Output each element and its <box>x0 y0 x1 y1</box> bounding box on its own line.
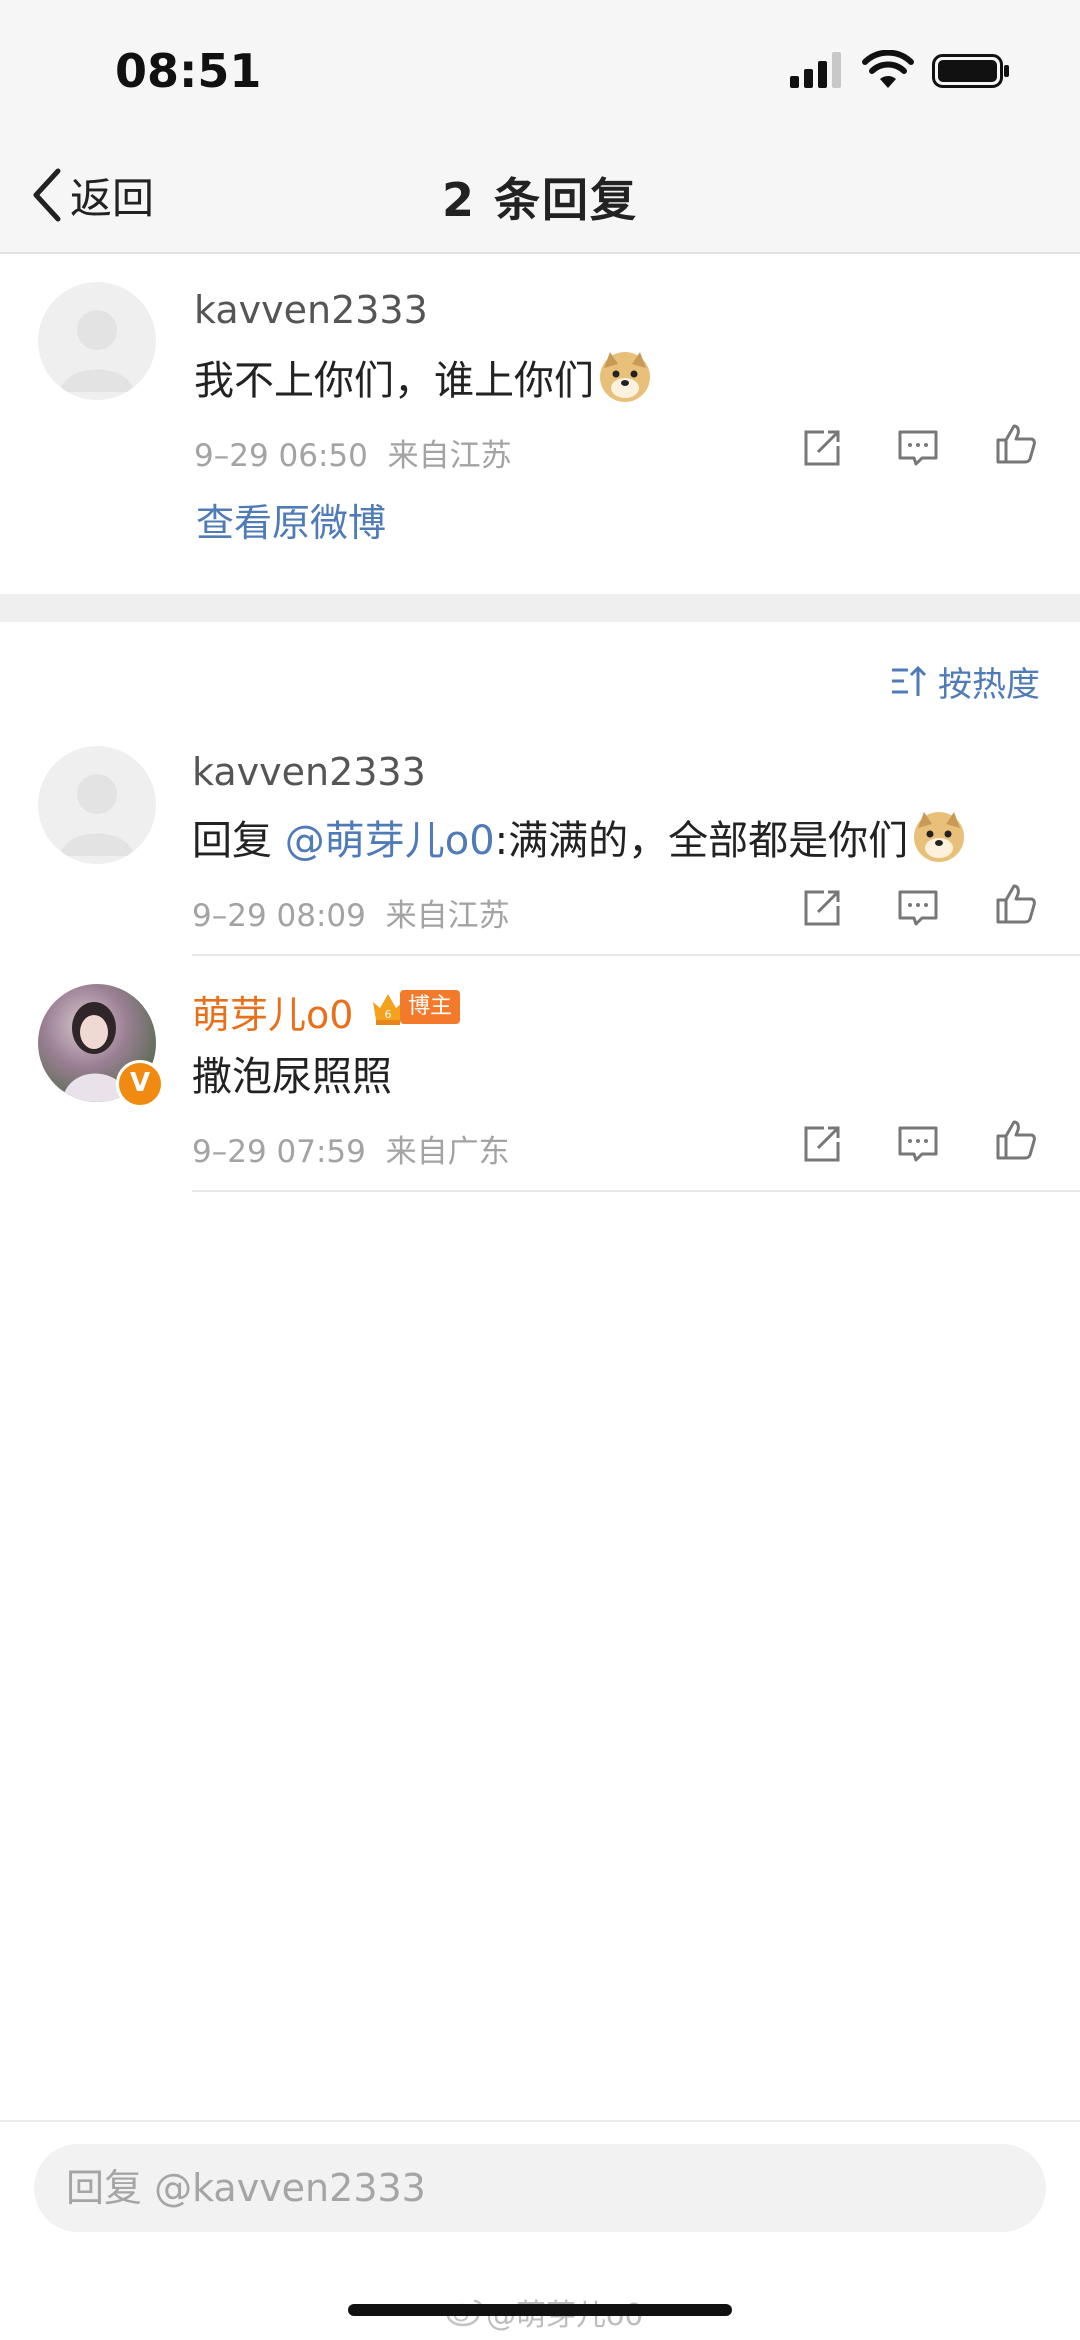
repost-icon[interactable] <box>800 426 844 470</box>
avatar[interactable] <box>38 282 156 400</box>
page-title: 2 条回复 <box>441 173 639 227</box>
comment-icon[interactable] <box>896 1122 940 1166</box>
home-indicator[interactable] <box>348 2304 732 2316</box>
signal-icon <box>790 52 841 88</box>
post-meta: 9–29 06:50 来自江苏 <box>194 430 512 475</box>
verified-badge: V <box>116 1060 164 1108</box>
blogger-badge: 6 博主 <box>370 988 461 1026</box>
reply-content: 撒泡尿照照 <box>192 1054 392 1100</box>
reply-meta: 9–29 07:59 来自广东 <box>192 1126 510 1171</box>
mention-link[interactable]: @萌芽儿o0 <box>285 818 495 864</box>
status-time: 08:51 <box>115 44 262 98</box>
sort-button[interactable]: 按热度 <box>890 656 1040 706</box>
row-divider <box>192 954 1080 956</box>
nav-bar: 返回 2 条回复 <box>0 140 1080 254</box>
like-icon[interactable] <box>994 422 1038 466</box>
reply-timestamp: 9–29 08:09 <box>192 898 366 934</box>
repost-icon[interactable] <box>800 1122 844 1166</box>
post-content: 我不上你们，谁上你们 <box>194 348 652 406</box>
sort-label: 按热度 <box>938 664 1040 705</box>
author-name[interactable]: kavven2333 <box>192 750 426 794</box>
author-name[interactable]: kavven2333 <box>194 288 428 332</box>
row-divider <box>192 1190 1080 1192</box>
doge-emoji-icon <box>600 352 650 402</box>
reply-meta: 9–29 08:09 来自江苏 <box>192 890 510 935</box>
battery-icon <box>932 54 1009 88</box>
default-avatar-icon <box>60 774 134 856</box>
like-icon[interactable] <box>994 1118 1038 1162</box>
comment-icon[interactable] <box>896 886 940 930</box>
default-avatar-icon <box>60 310 134 392</box>
section-divider <box>0 594 1080 622</box>
doge-emoji-icon <box>914 812 965 862</box>
status-bar: 08:51 <box>0 0 1080 140</box>
author-name[interactable]: 萌芽儿o0 <box>192 984 353 1039</box>
bottom-bar: @萌芽儿o0 <box>0 2120 1080 2340</box>
like-icon[interactable] <box>994 882 1038 926</box>
post-text: 我不上你们，谁上你们 <box>194 358 594 404</box>
reply-prefix: 回复 <box>192 818 285 864</box>
blogger-tag: 博主 <box>400 990 461 1024</box>
reply-input[interactable] <box>34 2144 1046 2232</box>
post-timestamp: 9–29 06:50 <box>194 438 368 474</box>
post-location: 来自江苏 <box>387 438 512 474</box>
reply-location: 来自广东 <box>385 1134 510 1170</box>
sort-icon <box>892 665 927 696</box>
reply-timestamp: 9–29 07:59 <box>192 1134 366 1170</box>
repost-icon[interactable] <box>800 886 844 930</box>
view-original-link[interactable]: 查看原微博 <box>196 492 386 547</box>
reply-location: 来自江苏 <box>385 898 510 934</box>
root-post: kavven2333 我不上你们，谁上你们 <box>0 254 1080 594</box>
wifi-icon <box>862 50 914 88</box>
comment-icon[interactable] <box>896 426 940 470</box>
reply-content: 回复 @萌芽儿o0:满满的，全部都是你们 <box>192 808 966 866</box>
avatar[interactable] <box>38 746 156 864</box>
svg-text:6: 6 <box>385 1008 392 1021</box>
reply-text: :满满的，全部都是你们 <box>494 818 909 864</box>
